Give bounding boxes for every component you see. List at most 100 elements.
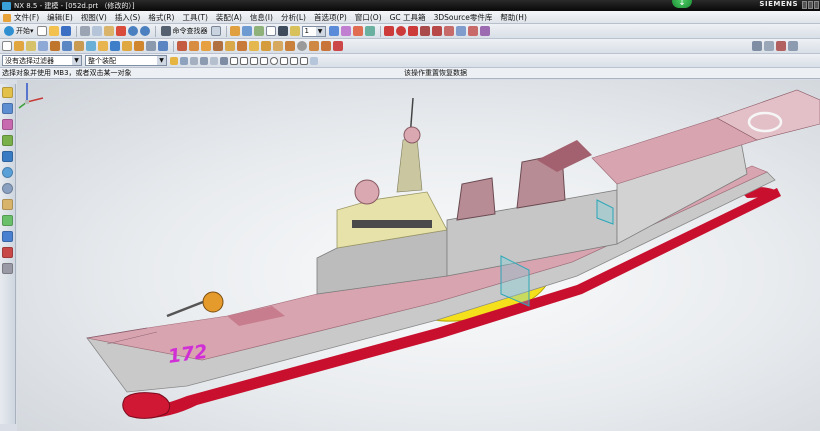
selection-scope-dropdown[interactable]: 整个装配 ▼ [85, 55, 167, 66]
join-curve-icon[interactable] [479, 26, 490, 36]
patch-icon[interactable] [213, 41, 223, 51]
snap-intersection-icon[interactable] [260, 56, 268, 65]
sketch-icon[interactable] [2, 41, 12, 51]
redo-icon[interactable] [139, 26, 150, 36]
cut-icon[interactable] [79, 26, 90, 36]
intersect-icon[interactable] [122, 41, 132, 51]
paste-icon[interactable] [103, 26, 114, 36]
part-navigator-icon[interactable] [2, 119, 13, 130]
undo-icon[interactable] [127, 26, 138, 36]
boss-icon[interactable] [62, 41, 72, 51]
curve-tools-icon[interactable] [419, 26, 430, 36]
mirror-feature-icon[interactable] [261, 41, 271, 51]
save-icon[interactable] [60, 26, 71, 36]
face-rule-icon[interactable] [200, 56, 208, 65]
command-finder-button[interactable]: 命令查找器 [159, 25, 210, 37]
menu-assemblies[interactable]: 装配(A) [212, 12, 246, 23]
feature-selection-icon[interactable] [180, 56, 188, 65]
chamfer-icon[interactable] [146, 41, 156, 51]
snap-view-icon[interactable] [364, 26, 375, 36]
extract-geometry-icon[interactable] [249, 41, 259, 51]
pocket-icon[interactable] [74, 41, 84, 51]
menu-3dsource-library[interactable]: 3DSource零件库 [430, 12, 497, 23]
menu-format[interactable]: 格式(R) [144, 12, 178, 23]
body-selection-icon[interactable] [210, 56, 218, 65]
menu-analysis[interactable]: 分析(L) [277, 12, 310, 23]
edge-blend-icon[interactable] [134, 41, 144, 51]
hole-icon[interactable] [50, 41, 60, 51]
rotate-view-icon[interactable] [776, 41, 786, 51]
arc-icon[interactable] [395, 26, 406, 36]
scale-body-icon[interactable] [297, 41, 307, 51]
menu-preferences[interactable]: 首选项(P) [310, 12, 351, 23]
notification-badge-icon[interactable]: ↓ [672, 0, 692, 8]
web-browser-icon[interactable] [2, 167, 13, 178]
copy-icon[interactable] [91, 26, 102, 36]
subtract-icon[interactable] [110, 41, 120, 51]
snap-point-on-face-icon[interactable] [300, 56, 308, 65]
menu-view[interactable]: 视图(V) [77, 12, 111, 23]
menu-file[interactable]: 文件(F) [0, 12, 43, 23]
minimize-button[interactable] [802, 1, 807, 9]
spline-icon[interactable] [407, 26, 418, 36]
snap-midpoint-icon[interactable] [240, 56, 248, 65]
offset-face-icon[interactable] [237, 41, 247, 51]
new-icon[interactable] [36, 26, 47, 36]
curve-rule-icon[interactable] [190, 56, 198, 65]
menu-tools[interactable]: 工具(T) [178, 12, 211, 23]
draft-icon[interactable] [285, 41, 295, 51]
process-studio-icon[interactable] [2, 215, 13, 226]
menu-help[interactable]: 帮助(H) [496, 12, 531, 23]
delete-face-icon[interactable] [333, 41, 343, 51]
thicken-icon[interactable] [225, 41, 235, 51]
ship-model[interactable]: 172 [17, 80, 820, 431]
snap-point-on-curve-icon[interactable] [290, 56, 298, 65]
line-icon[interactable] [383, 26, 394, 36]
snap-center-icon[interactable] [270, 56, 278, 65]
constraint-navigator-icon[interactable] [2, 103, 13, 114]
background-icon[interactable] [277, 26, 288, 36]
type-filter-dropdown[interactable]: 没有选择过滤器 ▼ [2, 55, 82, 66]
shaded-view-icon[interactable] [229, 26, 240, 36]
extrude-icon[interactable] [14, 41, 24, 51]
sheet-metal-icon[interactable] [2, 263, 13, 274]
render-style-icon[interactable] [265, 26, 276, 36]
move-face-icon[interactable] [309, 41, 319, 51]
delete-icon[interactable] [115, 26, 126, 36]
menu-window[interactable]: 窗口(O) [351, 12, 386, 23]
split-body-icon[interactable] [189, 41, 199, 51]
graphics-window[interactable]: 172 [17, 80, 820, 431]
orient-view-icon[interactable] [253, 26, 264, 36]
menu-edit[interactable]: 编辑(E) [43, 12, 77, 23]
layer-visibility-icon[interactable] [328, 26, 339, 36]
move-to-layer-icon[interactable] [340, 26, 351, 36]
wireframe-view-icon[interactable] [241, 26, 252, 36]
start-button[interactable]: 开始 ▾ [2, 25, 36, 37]
replace-face-icon[interactable] [321, 41, 331, 51]
system-materials-icon[interactable] [2, 199, 13, 210]
menu-gc-toolkit[interactable]: GC 工具箱 [386, 12, 430, 23]
layer-settings-icon[interactable] [289, 26, 300, 36]
polygon-icon[interactable] [431, 26, 442, 36]
fit-view-icon[interactable] [752, 41, 762, 51]
project-curve-icon[interactable] [455, 26, 466, 36]
snap-quadrant-icon[interactable] [280, 56, 288, 65]
menu-information[interactable]: 信息(I) [246, 12, 277, 23]
datum-plane-icon[interactable] [38, 41, 48, 51]
offset-curve-icon[interactable] [443, 26, 454, 36]
menu-insert[interactable]: 插入(S) [111, 12, 145, 23]
system-scene-icon[interactable] [2, 247, 13, 258]
roles-icon[interactable] [2, 231, 13, 242]
sew-icon[interactable] [201, 41, 211, 51]
reuse-library-icon[interactable] [2, 135, 13, 146]
hd3d-icon[interactable] [2, 151, 13, 162]
snap-control-point-icon[interactable] [250, 56, 258, 65]
maximize-button[interactable] [808, 1, 813, 9]
bridge-curve-icon[interactable] [467, 26, 478, 36]
wcs-icon[interactable] [352, 26, 363, 36]
snap-endpoint-icon[interactable] [230, 56, 238, 65]
open-icon[interactable] [48, 26, 59, 36]
close-button[interactable] [814, 1, 819, 9]
trim-body-icon[interactable] [177, 41, 187, 51]
pad-icon[interactable] [86, 41, 96, 51]
